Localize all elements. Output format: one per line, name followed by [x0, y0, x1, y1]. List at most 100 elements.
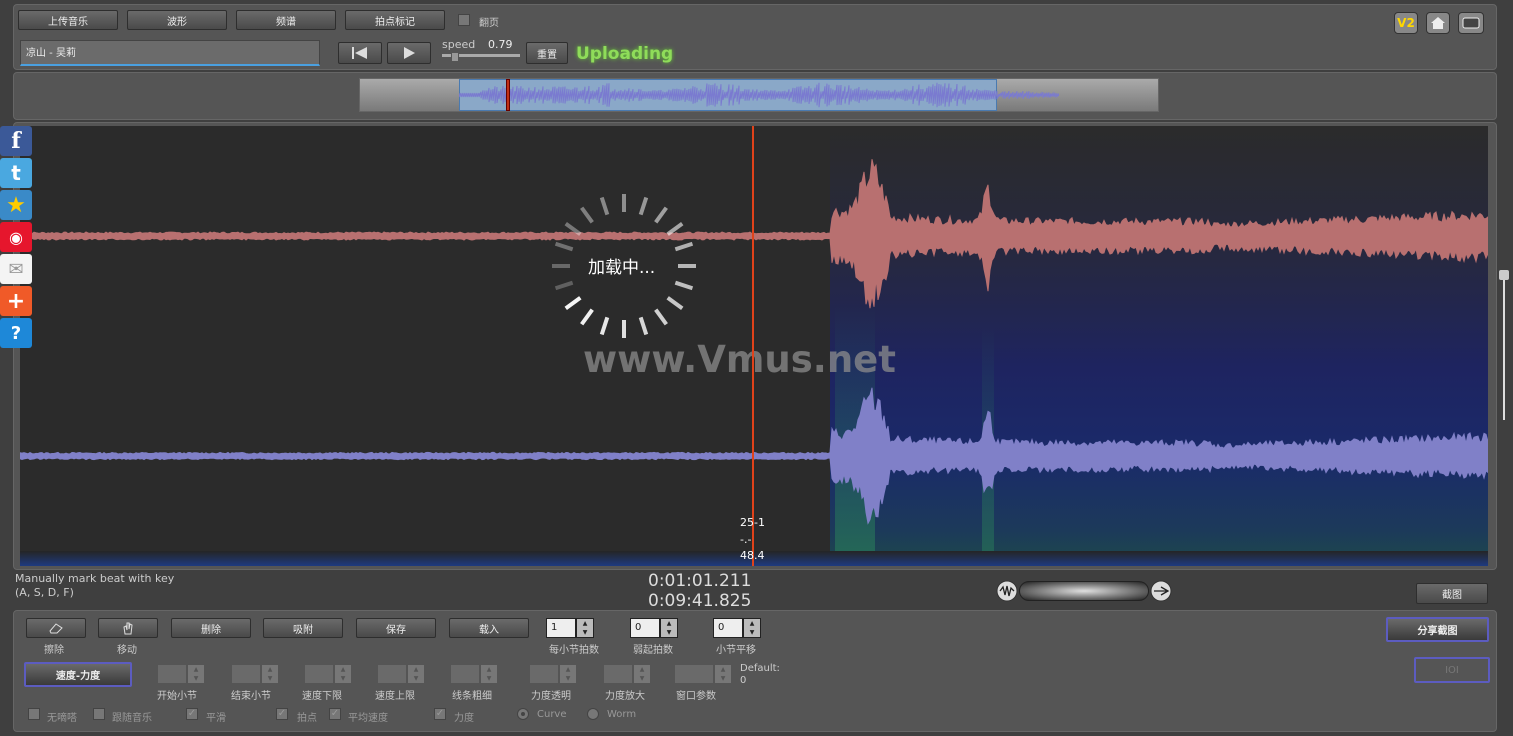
upload-music-button[interactable]: 上传音乐 [18, 10, 118, 30]
speed-value: 0.79 [488, 38, 513, 51]
force-transparency-label: 力度透明 [531, 691, 571, 702]
speed-max-stepper[interactable]: ▲ ▼ [377, 664, 425, 684]
snap-button[interactable]: 吸附 [263, 618, 343, 638]
speed-slider-handle[interactable] [451, 52, 459, 62]
ioi-button[interactable]: IOI [1414, 657, 1490, 683]
weak-beats-stepper[interactable]: 0 ▲ ▼ [630, 618, 678, 638]
tv-button[interactable] [1458, 12, 1484, 34]
speed-max-label: 速度上限 [375, 691, 415, 702]
erase-button[interactable] [26, 618, 86, 638]
song-title-field[interactable]: 凉山 - 吴莉 [20, 40, 320, 66]
rewind-button[interactable] [338, 42, 382, 64]
play-button[interactable] [387, 42, 431, 64]
save-button[interactable]: 保存 [356, 618, 436, 638]
beat-mark-button[interactable]: 拍点标记 [345, 10, 445, 30]
curve-label: Curve [537, 709, 567, 720]
eraser-icon [49, 623, 63, 634]
overview-playhead[interactable] [506, 79, 510, 111]
version-badge[interactable]: V2 [1394, 12, 1418, 34]
beat-point-checkbox[interactable]: ✓ [276, 708, 288, 720]
load-button[interactable]: 载入 [449, 618, 529, 638]
beats-per-bar-stepper[interactable]: 1 ▲ ▼ [546, 618, 594, 638]
bar-shift-stepper[interactable]: 0 ▲ ▼ [713, 618, 761, 638]
metronome-checkbox[interactable] [28, 708, 40, 720]
force-transparency-stepper[interactable]: ▲ ▼ [529, 664, 577, 684]
cursor-label-tempo: -.- [740, 533, 752, 546]
speed-label: speed [442, 38, 476, 51]
volume-slider[interactable] [996, 579, 1172, 603]
twitter-share-icon[interactable]: t [0, 158, 32, 188]
beats-per-bar-label: 每小节拍数 [549, 645, 599, 656]
window-param-stepper[interactable]: ▲ ▼ [674, 664, 732, 684]
weibo-share-icon[interactable]: ◉ [0, 222, 32, 252]
weak-beats-arrows[interactable]: ▲ ▼ [660, 618, 678, 638]
reset-button[interactable]: 重置 [526, 42, 568, 64]
scroll-handle[interactable] [1499, 270, 1509, 280]
line-width-stepper[interactable]: ▲ ▼ [450, 664, 498, 684]
hint-line-1: Manually mark beat with key [15, 572, 175, 585]
weak-beats-label: 弱起拍数 [633, 645, 673, 656]
skip-back-icon [352, 47, 367, 59]
follow-music-label: 跟随音乐 [112, 713, 152, 724]
speed-min-stepper[interactable]: ▲ ▼ [304, 664, 352, 684]
line-width-label: 线条粗细 [452, 691, 492, 702]
home-button[interactable] [1426, 12, 1450, 34]
page-flip-checkbox[interactable] [458, 14, 470, 26]
default-value: 0 [740, 675, 747, 686]
hand-icon [123, 622, 133, 635]
bar-shift-label: 小节平移 [716, 645, 756, 656]
favorite-star-icon[interactable]: ★ [0, 190, 32, 220]
beats-per-bar-arrows[interactable]: ▲ ▼ [576, 618, 594, 638]
worm-label: Worm [607, 709, 637, 720]
help-icon[interactable]: ? [0, 318, 32, 348]
hint-line-2: (A, S, D, F) [15, 586, 74, 599]
email-share-icon[interactable]: ✉ [0, 254, 32, 284]
playhead-line[interactable] [752, 126, 754, 566]
move-button[interactable] [98, 618, 158, 638]
avg-speed-label: 平均速度 [348, 713, 388, 724]
time-current: 0:01:01.211 [648, 571, 752, 591]
curve-radio[interactable] [517, 708, 529, 720]
upload-status: Uploading [576, 44, 674, 64]
start-bar-stepper[interactable]: ▲ ▼ [157, 664, 205, 684]
share-screenshot-button[interactable]: 分享截图 [1386, 617, 1489, 642]
watermark: www.Vmus.net [583, 338, 896, 381]
more-share-icon[interactable]: + [0, 286, 32, 316]
facebook-share-icon[interactable]: f [0, 126, 32, 156]
waveform-button[interactable]: 波形 [127, 10, 227, 30]
screenshot-button[interactable]: 截图 [1416, 583, 1488, 604]
speed-force-button[interactable]: 速度-力度 [24, 662, 132, 687]
bar-shift-arrows[interactable]: ▲ ▼ [743, 618, 761, 638]
overview-waveform [459, 82, 1059, 108]
force-checkbox[interactable]: ✓ [434, 708, 446, 720]
time-total: 0:09:41.825 [648, 591, 752, 611]
wave-icon [996, 580, 1018, 602]
default-label: Default: [740, 663, 780, 674]
force-scale-label: 力度放大 [605, 691, 645, 702]
worm-radio[interactable] [587, 708, 599, 720]
spectrum-button[interactable]: 频谱 [236, 10, 336, 30]
avg-speed-checkbox[interactable]: ✓ [329, 708, 341, 720]
window-param-label: 窗口参数 [676, 691, 716, 702]
smooth-label: 平滑 [206, 713, 226, 724]
follow-music-checkbox[interactable] [93, 708, 105, 720]
bar-shift-value[interactable]: 0 [713, 618, 743, 638]
page-flip-label: 翻页 [479, 18, 499, 29]
beats-per-bar-value[interactable]: 1 [546, 618, 576, 638]
metronome-label: 无嘀嗒 [47, 713, 77, 724]
move-label: 移动 [117, 645, 137, 656]
spectrogram-canvas[interactable]: www.Vmus.net 加载中... 25-1 -.- 48.4 [20, 126, 1488, 566]
cursor-label-bar: 25-1 [740, 516, 765, 529]
weak-beats-value[interactable]: 0 [630, 618, 660, 638]
vertical-scrollbar[interactable] [1499, 270, 1509, 420]
force-scale-stepper[interactable]: ▲ ▼ [603, 664, 651, 684]
beat-point-label: 拍点 [297, 713, 317, 724]
loading-text: 加载中... [588, 258, 656, 278]
smooth-checkbox[interactable]: ✓ [186, 708, 198, 720]
delete-button[interactable]: 删除 [171, 618, 251, 638]
end-bar-label: 结束小节 [231, 691, 271, 702]
start-bar-label: 开始小节 [157, 691, 197, 702]
home-icon [1431, 17, 1445, 29]
end-bar-stepper[interactable]: ▲ ▼ [231, 664, 279, 684]
force-label: 力度 [454, 713, 474, 724]
